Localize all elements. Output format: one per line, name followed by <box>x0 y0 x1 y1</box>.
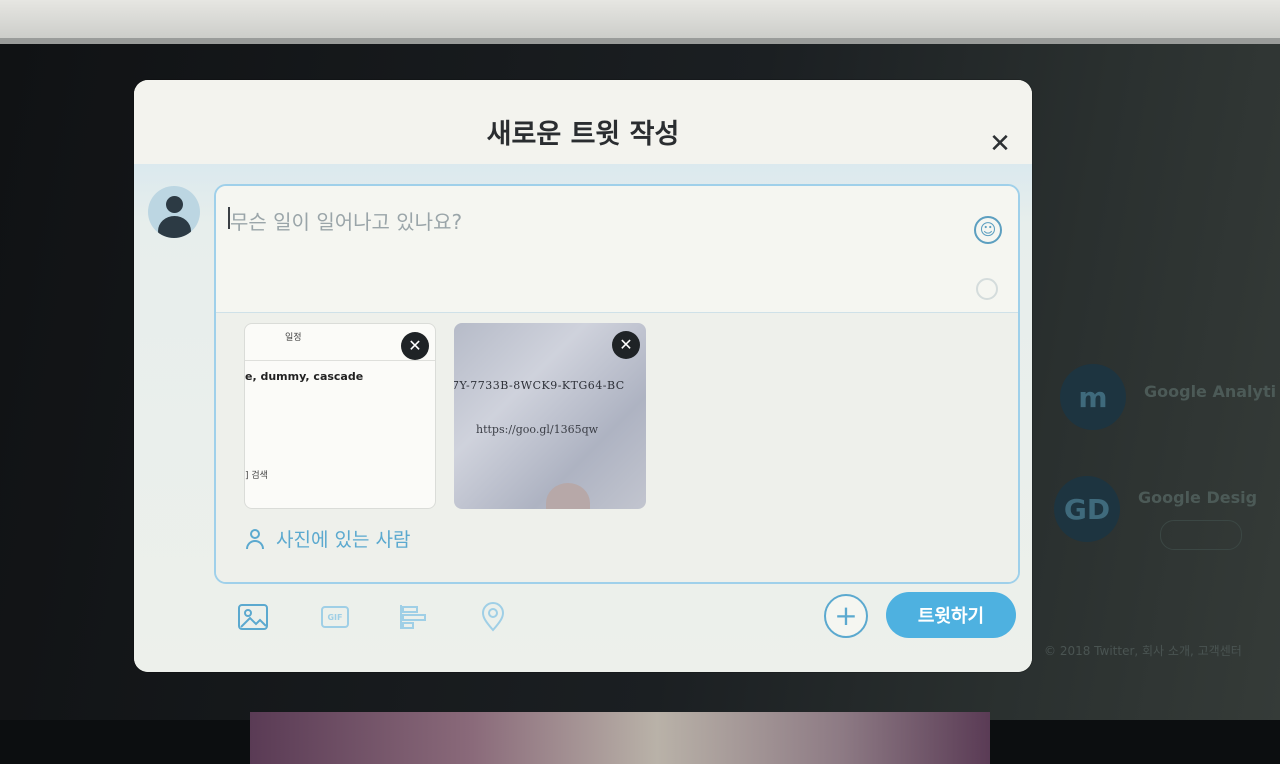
suggestion-name: Google Analyti <box>1144 382 1277 401</box>
image-icon[interactable] <box>236 600 270 634</box>
char-counter-ring <box>976 278 998 300</box>
media-thumbnail[interactable]: 7Y-7733B-8WCK9-KTG64-BC https://goo.gl/1… <box>454 323 646 509</box>
modal-body: 무슨 일이 일어나고 있나요? ☺ 일정 e, dummy, cascade ]… <box>134 164 1032 672</box>
thumbnail-text: 일정 <box>285 333 302 343</box>
remove-media-close-icon[interactable]: ✕ <box>612 331 640 359</box>
compose-toolbar: GIF + 트윗하기 <box>134 592 1032 660</box>
location-icon[interactable] <box>476 600 510 634</box>
compose-box: 무슨 일이 일어나고 있나요? ☺ 일정 e, dummy, cascade ]… <box>214 184 1020 584</box>
avatar[interactable] <box>148 186 200 238</box>
emoji-smiley-icon[interactable]: ☺ <box>974 216 1002 244</box>
media-thumbnail[interactable]: 일정 e, dummy, cascade ] 검색 ✕ <box>244 323 436 509</box>
tag-people-button[interactable]: 사진에 있는 사람 <box>246 525 410 552</box>
tag-people-label: 사진에 있는 사람 <box>276 529 411 551</box>
close-icon[interactable]: ✕ <box>986 129 1014 159</box>
gif-icon[interactable]: GIF <box>318 600 352 634</box>
tweet-text-input[interactable]: 무슨 일이 일어나고 있나요? ☺ <box>216 186 1018 313</box>
modal-header: 새로운 트윗 작성 ✕ <box>134 80 1032 164</box>
person-icon <box>246 528 264 549</box>
tweet-button[interactable]: 트윗하기 <box>886 592 1016 638</box>
suggestion-name: Google Desig <box>1138 488 1258 507</box>
thumbnail-text: e, dummy, cascade <box>245 370 364 383</box>
footer-text: © 2018 Twitter, 회사 소개, 고객센터 <box>1044 644 1242 658</box>
add-tweet-button[interactable]: + <box>824 594 868 638</box>
browser-top-strip <box>0 0 1280 44</box>
thumbnail-text: ] 검색 <box>245 471 268 481</box>
compose-tweet-modal: 새로운 트윗 작성 ✕ 무슨 일이 일어나고 있나요? ☺ 일정 e, dumm… <box>134 80 1032 672</box>
follow-button[interactable] <box>1160 520 1242 550</box>
modal-title: 새로운 트윗 작성 <box>486 119 680 150</box>
poll-icon[interactable] <box>396 600 430 634</box>
remove-media-close-icon[interactable]: ✕ <box>401 332 429 360</box>
thumbnail-text: 7Y-7733B-8WCK9-KTG64-BC <box>454 379 625 392</box>
tweet-placeholder: 무슨 일이 일어나고 있나요? <box>230 210 463 234</box>
avatar-head <box>166 196 183 213</box>
suggestion-avatar: m <box>1060 364 1126 430</box>
avatar-shoulders <box>158 216 191 238</box>
suggestion-avatar: GD <box>1054 476 1120 542</box>
thumbnail-text: https://goo.gl/1365qw <box>476 423 599 436</box>
media-attachments: 일정 e, dummy, cascade ] 검색 ✕ 7Y-7733B-8WC… <box>216 313 1018 582</box>
thumbnail-hand <box>546 483 590 509</box>
